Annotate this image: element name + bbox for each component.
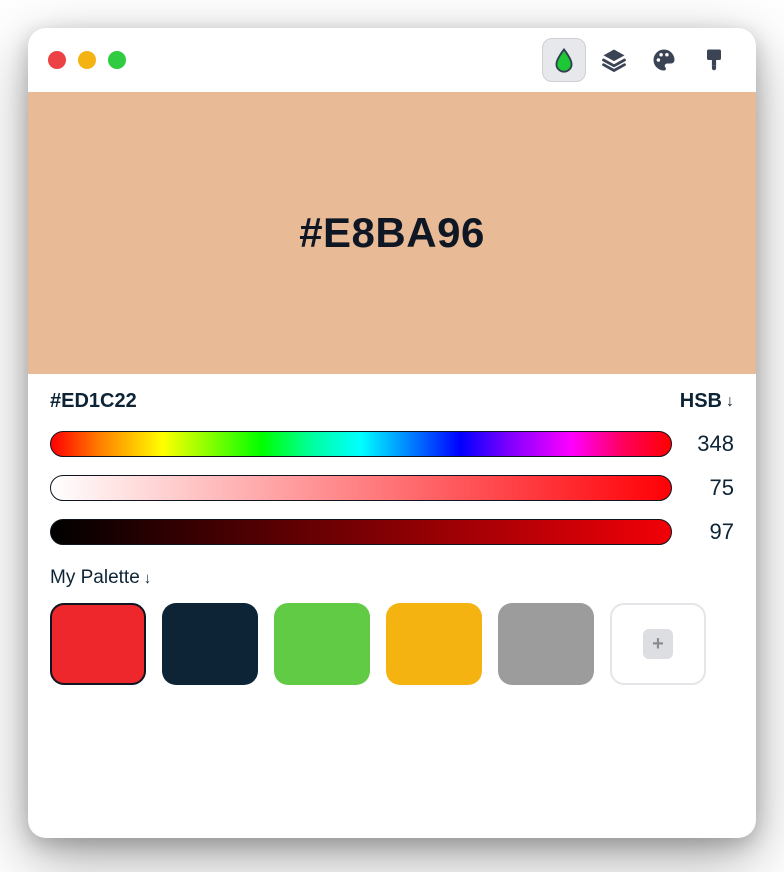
saturation-row: 75 [50,475,734,501]
swatch-row: + [50,603,734,685]
layers-button[interactable] [592,38,636,82]
close-dot[interactable] [48,51,66,69]
drop-icon [550,46,578,74]
titlebar [28,28,756,92]
picker-header: #ED1C22 HSB ↓ [50,390,734,413]
drop-button[interactable] [542,38,586,82]
minimize-dot[interactable] [78,51,96,69]
swatch-0[interactable] [50,603,146,685]
chevron-down-icon: ↓ [144,570,152,587]
mode-select[interactable]: HSB ↓ [680,390,734,413]
add-swatch-button[interactable]: + [610,603,706,685]
swatch-3[interactable] [386,603,482,685]
layers-icon [600,46,628,74]
swatch-4[interactable] [498,603,594,685]
palette-icon [650,46,678,74]
palette-button[interactable] [642,38,686,82]
mode-label: HSB [680,390,722,413]
brush-icon [700,46,728,74]
brightness-row: 97 [50,519,734,545]
palette-name: My Palette [50,567,140,589]
app-window: #E8BA96 #ED1C22 HSB ↓ 348 75 97 [28,28,756,838]
brightness-slider[interactable] [50,519,672,545]
hue-value: 348 [692,431,734,457]
saturation-slider[interactable] [50,475,672,501]
swatch-2[interactable] [274,603,370,685]
brightness-value: 97 [692,519,734,545]
current-hex: #ED1C22 [50,390,137,413]
palette-select[interactable]: My Palette ↓ [50,567,151,589]
hue-slider[interactable] [50,431,672,457]
saturation-value: 75 [692,475,734,501]
brush-button[interactable] [692,38,736,82]
hue-row: 348 [50,431,734,457]
color-preview: #E8BA96 [28,92,756,374]
zoom-dot[interactable] [108,51,126,69]
toolbar [542,38,736,82]
swatch-1[interactable] [162,603,258,685]
traffic-lights [48,51,126,69]
preview-hex: #E8BA96 [299,209,485,257]
sliders: 348 75 97 [50,431,734,545]
chevron-down-icon: ↓ [726,393,734,411]
plus-icon: + [643,629,673,659]
